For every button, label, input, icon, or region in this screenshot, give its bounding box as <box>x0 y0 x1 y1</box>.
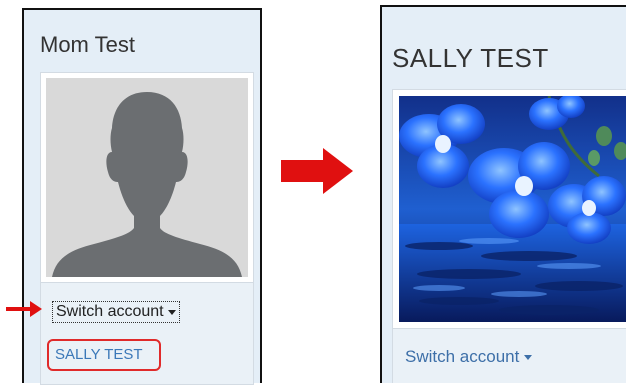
switch-account-dropdown[interactable]: Switch account <box>405 347 533 367</box>
avatar <box>46 78 248 277</box>
switch-account-label: Switch account <box>56 303 164 320</box>
profile-photo-card <box>392 89 626 329</box>
account-panel-after: SALLY TEST Switch account <box>380 5 626 383</box>
switch-account-dropdown[interactable]: Switch account <box>52 301 180 323</box>
caret-down-icon <box>167 309 176 315</box>
profile-photo-card <box>40 72 254 283</box>
default-person-silhouette-icon <box>46 78 248 277</box>
account-menu: Switch account <box>392 329 626 383</box>
caret-down-icon <box>524 354 533 360</box>
menu-item-sally-test[interactable]: SALLY TEST <box>47 339 161 371</box>
account-name: SALLY TEST <box>392 43 549 73</box>
account-panel-before: Mom Test Switch account SALLY TEST <box>22 8 262 385</box>
profile-photo <box>399 96 626 322</box>
red-arrow-right-icon <box>6 301 42 317</box>
red-arrow-right-icon <box>281 148 353 194</box>
account-name: Mom Test <box>40 32 135 57</box>
switch-account-label: Switch account <box>405 347 520 366</box>
orchid-photo-image <box>399 96 626 322</box>
account-menu: Switch account SALLY TEST <box>40 283 254 385</box>
menu-item-label: SALLY TEST <box>55 346 143 363</box>
